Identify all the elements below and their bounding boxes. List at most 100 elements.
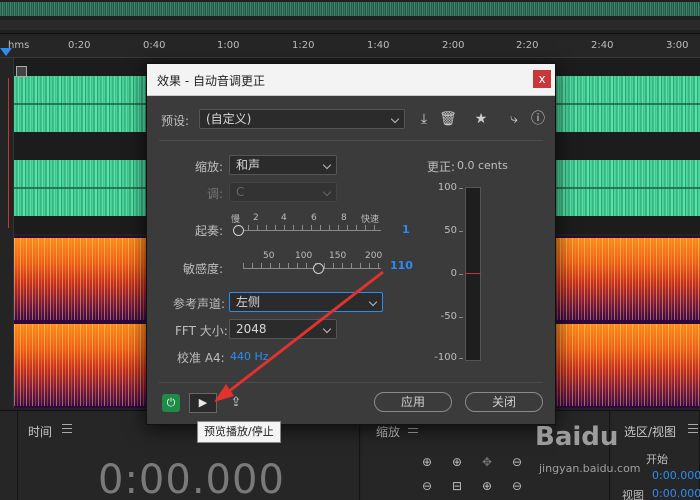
attack-fast-label: 快速: [361, 215, 380, 225]
fft-select[interactable]: 2048: [229, 319, 337, 339]
attack-tick-label: 8: [341, 213, 347, 223]
favorite-star-icon[interactable]: ★: [472, 110, 490, 128]
correction-label: 更正:: [427, 160, 456, 174]
zoom-in-amplitude-icon[interactable]: ⊕: [418, 453, 436, 471]
power-toggle-button[interactable]: ⏻: [162, 394, 180, 412]
zoom-out-full-icon[interactable]: ✥: [478, 453, 496, 471]
ruler-tick-label: 2:40: [591, 40, 614, 51]
sensitivity-tick-label: 200: [365, 251, 383, 261]
preset-select-value: (自定义): [206, 112, 252, 126]
attack-label: 起奏:: [195, 224, 224, 238]
delete-preset-icon[interactable]: 🗑: [439, 110, 457, 128]
attack-slider-knob[interactable]: [233, 225, 244, 236]
correction-value: 0.0 cents: [457, 159, 508, 172]
meter-tick: [459, 188, 463, 189]
watermark-logo: Baidu: [535, 422, 619, 452]
fft-value: 2048: [236, 322, 267, 336]
ruler-tick-label: 3:00: [666, 40, 689, 51]
attack-value[interactable]: 1: [402, 223, 410, 236]
dialog-titlebar[interactable]: 效果 - 自动音调更正 x: [147, 64, 555, 96]
preview-play-button[interactable]: ▶: [189, 393, 217, 413]
dialog-close-button[interactable]: x: [533, 70, 551, 88]
sensitivity-tick-label: 100: [295, 251, 313, 261]
ruler-tick-label: 1:00: [217, 40, 240, 51]
sensitivity-value[interactable]: 110: [390, 259, 413, 272]
ruler-tick-label: 0:20: [68, 40, 91, 51]
preset-select[interactable]: (自定义): [199, 109, 405, 129]
meter-label: 0: [450, 268, 457, 279]
time-panel-title: 时间: [28, 425, 53, 439]
audition-workspace: hms 0:20 0:40 1:00 1:20 1:40 2:00 2:20 2…: [0, 0, 700, 500]
divider: [159, 140, 543, 141]
attack-slider-track[interactable]: [239, 230, 381, 231]
preset-label: 预设:: [161, 114, 190, 128]
time-display: 0:00.000: [98, 457, 285, 500]
ruler-tick-label: 1:40: [367, 40, 390, 51]
meter-tick: [459, 274, 463, 275]
zoom-out-time-icon[interactable]: ⊟: [448, 477, 466, 495]
auto-pitch-correction-dialog: 效果 - 自动音调更正 x 预设: (自定义) ⤓ 🗑 ★ ⤷ ⓘ 缩放: 和声…: [146, 63, 556, 425]
zoom-selection-icon[interactable]: ⊖: [508, 453, 526, 471]
preview-tooltip: 预览播放/停止: [197, 421, 281, 443]
panel-edge: [0, 411, 18, 500]
zoom-out-amplitude-icon[interactable]: ⊖: [418, 477, 436, 495]
sensitivity-tick-label: 150: [329, 251, 347, 261]
meter-tick: [459, 231, 463, 232]
key-select-value: C: [236, 185, 245, 199]
sensitivity-tick-label: 50: [263, 251, 275, 261]
key-select: C: [229, 182, 337, 202]
zoom-fit-icon[interactable]: ⊖: [508, 477, 526, 495]
calibrate-value[interactable]: 440 Hz: [230, 350, 269, 363]
sensitivity-label: 敏感度:: [183, 262, 224, 276]
zoom-to-selection-icon[interactable]: ⊕: [478, 477, 496, 495]
calibrate-label: 校准 A4:: [177, 351, 225, 365]
close-button[interactable]: 关闭: [465, 392, 543, 412]
meter-zero-line: [465, 273, 481, 274]
zoom-panel-menu-icon[interactable]: [408, 424, 418, 433]
zoom-panel-title: 缩放: [376, 425, 401, 439]
meter-tick: [459, 358, 463, 359]
baidu-watermark: Baidu jingyan.baidu.com: [535, 422, 695, 492]
routing-icon[interactable]: ⤷: [505, 110, 523, 128]
meter-label: -50: [440, 311, 457, 322]
correction-meter: [465, 187, 481, 361]
time-ruler[interactable]: hms 0:20 0:40 1:00 1:20 1:40 2:00 2:20 2…: [0, 36, 700, 58]
watermark-url: jingyan.baidu.com: [539, 462, 641, 475]
track-left-gutter: [0, 58, 14, 408]
overview-waveform: [0, 2, 700, 16]
sensitivity-slider-ticks: [243, 263, 381, 268]
dialog-title: 效果 - 自动音调更正: [157, 74, 265, 88]
ruler-tick-label: 1:20: [292, 40, 315, 51]
apply-to-selection-icon[interactable]: ⇪: [227, 394, 245, 412]
attack-slider-ticks: [239, 225, 381, 230]
time-panel-menu-icon[interactable]: [62, 424, 72, 433]
ref-channel-value: 左侧: [236, 295, 261, 309]
footer-divider: [159, 382, 543, 383]
attack-tick-label: 4: [281, 213, 287, 223]
sensitivity-slider-knob[interactable]: [312, 263, 324, 274]
hud-corner-icon[interactable]: [16, 66, 27, 77]
ruler-tick-label: 0:40: [143, 40, 166, 51]
meter-label: -100: [434, 352, 457, 363]
zoom-in-time-icon[interactable]: ⊕: [448, 453, 466, 471]
save-preset-icon[interactable]: ⤓: [415, 110, 433, 128]
attack-tick-label: 6: [311, 213, 317, 223]
fft-label: FFT 大小:: [175, 324, 228, 338]
meter-label: 100: [437, 182, 457, 193]
overview-scroll-track[interactable]: [0, 20, 700, 30]
cursor-line: [8, 78, 9, 228]
scale-label: 缩放:: [195, 160, 224, 174]
scale-select[interactable]: 和声: [229, 155, 337, 175]
attack-slow-label: 慢: [231, 215, 241, 225]
meter-tick: [459, 317, 463, 318]
overview-waveform-strip[interactable]: [0, 0, 700, 34]
ref-channel-label: 参考声道:: [173, 297, 226, 311]
info-icon[interactable]: ⓘ: [529, 110, 547, 128]
apply-button[interactable]: 应用: [374, 392, 452, 412]
ruler-tick-label: 2:00: [442, 40, 465, 51]
playhead-marker[interactable]: [0, 48, 12, 56]
meter-label: 50: [444, 225, 457, 236]
scale-select-value: 和声: [236, 158, 261, 172]
ruler-tick-label: 2:20: [516, 40, 539, 51]
ref-channel-select[interactable]: 左侧: [229, 292, 383, 312]
